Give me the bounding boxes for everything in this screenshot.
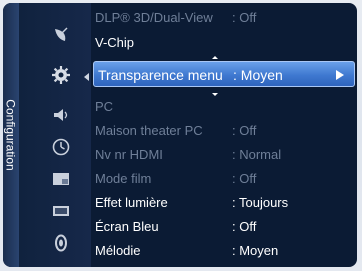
menu-item-value: : Toujours xyxy=(232,195,289,210)
menu-item-label: Transparence menu xyxy=(98,67,223,83)
menu-item-label: Nv nr HDMI xyxy=(95,147,163,162)
menu-item-v-chip[interactable]: V-Chip xyxy=(91,32,357,54)
menu-item-value: : Off xyxy=(232,219,257,234)
scroll-up-icon xyxy=(212,56,218,59)
menu-item-dlp-3d-dual-view[interactable]: DLP® 3D/Dual-View : Off xyxy=(91,7,357,29)
menu-item-label: PC xyxy=(95,99,114,114)
setup-menu-panel: Configuration DLP® 3D/Dual-View: Off V-… xyxy=(3,3,357,267)
menu-item-value: : Normal xyxy=(232,147,282,162)
menu-item-label: DLP® 3D/Dual-View xyxy=(95,10,213,25)
gear-icon[interactable] xyxy=(51,65,71,85)
selected-pointer-icon xyxy=(84,73,89,81)
menu-item-label: Maison theater PC xyxy=(95,123,203,138)
menu-item-value: : Moyen xyxy=(233,67,283,83)
menu-item-mode-film[interactable]: Mode film : Off xyxy=(91,168,357,190)
input-source-icon[interactable] xyxy=(51,233,71,253)
menu-item-label: Effet lumière xyxy=(95,195,168,210)
clock-icon[interactable] xyxy=(51,137,71,157)
menu-item-nv-nr-hdmi[interactable]: Nv nr HDMI : Normal xyxy=(91,144,357,166)
menu-item-value: : Off xyxy=(232,10,257,25)
menu-item-melodie[interactable]: Mélodie : Moyen xyxy=(91,240,357,262)
menu-item-label: V-Chip xyxy=(95,35,135,50)
menu-item-label: Mode film xyxy=(95,171,152,186)
menu-rows: DLP® 3D/Dual-View : Off V-Chip Transpare… xyxy=(91,3,357,267)
menu-item-transparence-menu[interactable]: Transparence menu : Moyen xyxy=(93,61,355,87)
menu-item-ecran-bleu[interactable]: Écran Bleu : Off xyxy=(91,216,357,238)
menu-item-maison-theater-pc[interactable]: Maison theater PC : Off xyxy=(91,120,357,142)
menu-item-value: : Off xyxy=(232,171,257,186)
tv-screen: Configuration DLP® 3D/Dual-View: Off V-… xyxy=(0,0,362,271)
menu-item-effet-lumiere[interactable]: Effet lumière : Toujours xyxy=(91,192,357,214)
menu-item-value: : Moyen xyxy=(232,243,279,258)
menu-icon-column xyxy=(19,3,91,267)
section-label-wrap: Configuration xyxy=(3,3,19,267)
menu-item-label: Écran Bleu xyxy=(95,219,159,234)
menu-item-pc[interactable]: PC xyxy=(91,96,357,118)
section-label: Configuration xyxy=(4,99,19,171)
satellite-dish-icon[interactable] xyxy=(51,25,71,45)
menu-item-label: Mélodie xyxy=(95,243,141,258)
speaker-icon[interactable] xyxy=(51,105,71,125)
screen-icon[interactable] xyxy=(51,201,71,221)
submenu-arrow-icon xyxy=(336,70,344,80)
menu-item-value: : Off xyxy=(232,123,257,138)
picture-in-picture-icon[interactable] xyxy=(51,169,71,189)
